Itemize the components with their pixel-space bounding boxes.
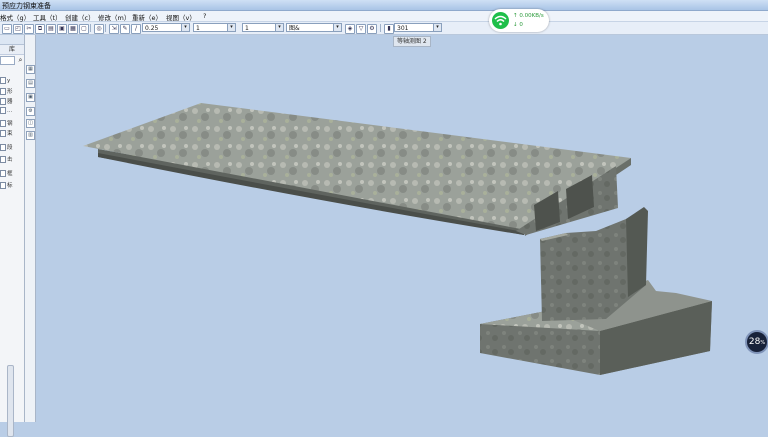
monitor-icon[interactable]: ▢ [79, 24, 89, 34]
menu-redo[interactable]: 重新（e） [132, 12, 162, 22]
folder-icon [0, 107, 6, 114]
search-icon[interactable]: ⌕ [17, 56, 24, 65]
image-icon[interactable]: ▣ [26, 93, 35, 102]
left-panel: 库 ⌕ y 形 器 ... 钢 束 段 击 框 标 [0, 35, 25, 437]
layer-select[interactable]: 图& ▾ [286, 23, 342, 32]
tree-item[interactable]: 形 [0, 87, 24, 95]
menu-modify[interactable]: 修改（m） [98, 12, 130, 22]
line-scale-value: 1 [196, 25, 200, 32]
folder-icon [0, 170, 6, 177]
view-icon[interactable]: ▣ [57, 24, 67, 34]
network-widget[interactable]: ↑ 0.00KB/s ↓ 0 [489, 9, 549, 32]
menu-format[interactable]: 格式（g） [0, 12, 30, 22]
open-icon[interactable]: ◰ [13, 24, 23, 34]
folder-icon [0, 182, 6, 189]
dropdown-arrow-icon[interactable]: ▾ [333, 24, 341, 31]
dropdown-arrow-icon[interactable]: ▾ [275, 24, 283, 31]
separator [90, 24, 91, 32]
tree-item[interactable]: 框 [0, 169, 24, 177]
zoom-icon[interactable]: ◎ [94, 24, 104, 34]
separator [380, 24, 381, 32]
menu-view[interactable]: 视图（v） [166, 12, 196, 22]
line-scale-select[interactable]: 1 ▾ [193, 23, 236, 32]
tree-item[interactable]: ... [0, 107, 24, 114]
cut-icon[interactable]: ✂ [24, 24, 34, 34]
tree-item[interactable]: 束 [0, 129, 24, 137]
settings-icon[interactable]: ⚙ [26, 107, 35, 116]
dropdown-arrow-icon[interactable]: ▾ [433, 24, 441, 31]
progress-badge[interactable]: 28% [745, 330, 768, 354]
tree-item[interactable]: 钢 [0, 119, 24, 127]
line-weight-select[interactable]: 0.25 ▾ [142, 23, 190, 32]
search-input[interactable] [0, 56, 15, 65]
folder-icon [0, 130, 6, 137]
dropdown-arrow-icon[interactable]: ▾ [227, 24, 235, 31]
menu-help[interactable]: ? [203, 12, 206, 20]
tree-item[interactable]: 段 [0, 143, 24, 151]
library-icon[interactable]: ▦ [26, 65, 35, 74]
copy-icon[interactable]: ⧉ [35, 24, 45, 34]
folder-icon [0, 120, 6, 127]
bridge-model-view [83, 103, 712, 375]
line-width-select[interactable]: 1 ▾ [242, 23, 284, 32]
folder-icon [0, 156, 6, 163]
line-weight-value: 0.25 [145, 25, 159, 32]
folder-icon [0, 144, 6, 151]
pen-icon[interactable]: / [131, 24, 141, 34]
3d-viewport[interactable] [36, 35, 768, 422]
menu-create[interactable]: 创建（c） [65, 12, 95, 22]
window-title: 预应力钢束准备 [2, 2, 51, 10]
pin-icon[interactable]: ▮ [384, 24, 394, 34]
menu-tools[interactable]: 工具（t） [33, 12, 62, 22]
paste-icon[interactable]: ▤ [46, 24, 56, 34]
folder-icon [0, 88, 6, 95]
line-width-value: 1 [245, 25, 249, 32]
filter-icon[interactable]: ▽ [356, 24, 366, 34]
layer-icon[interactable]: ▤ [26, 79, 35, 88]
layer-icon[interactable]: ◈ [345, 24, 355, 34]
settings-icon[interactable]: ⚙ [367, 24, 377, 34]
number-value: 301 [397, 25, 409, 32]
tree-item[interactable]: 标 [0, 181, 24, 189]
download-speed: ↓ 0 [513, 22, 523, 28]
title-bar: 预应力钢束准备 [0, 0, 768, 11]
toolbar: ▭ ◰ ✂ ⧉ ▤ ▣ ▦ ▢ ◎ ⇲ ✎ / 0.25 ▾ 1 ▾ 1 ▾ 图… [0, 22, 768, 35]
folder-icon [0, 98, 6, 105]
upload-speed: ↑ 0.00KB/s [513, 13, 544, 19]
layers-icon[interactable]: ◫ [26, 119, 35, 128]
bridge-girder [83, 103, 631, 236]
layer-value: 图& [289, 25, 300, 32]
grid-icon[interactable]: ▦ [68, 24, 78, 34]
tool-strip: ▦ ▤ ▣ ⚙ ◫ ▥ [25, 35, 36, 422]
number-select[interactable]: 301 ▾ [394, 23, 442, 32]
tree-item[interactable]: 器 [0, 97, 24, 105]
separator [105, 24, 106, 32]
panel-header [0, 35, 24, 45]
tree-item[interactable]: 击 [0, 155, 24, 163]
table-icon[interactable]: ▥ [26, 131, 35, 140]
draw-icon[interactable]: ✎ [120, 24, 130, 34]
scrollbar[interactable] [7, 365, 14, 437]
tree-item[interactable]: y [0, 77, 24, 84]
menu-bar: 格式（g） 工具（t） 创建（c） 修改（m） 重新（e） 视图（v） ? [0, 11, 768, 22]
wifi-icon [492, 12, 509, 29]
folder-icon [0, 77, 6, 84]
dropdown-arrow-icon[interactable]: ▾ [181, 24, 189, 31]
pan-icon[interactable]: ⇲ [109, 24, 119, 34]
library-tab[interactable]: 库 [0, 45, 24, 55]
new-icon[interactable]: ▭ [2, 24, 12, 34]
